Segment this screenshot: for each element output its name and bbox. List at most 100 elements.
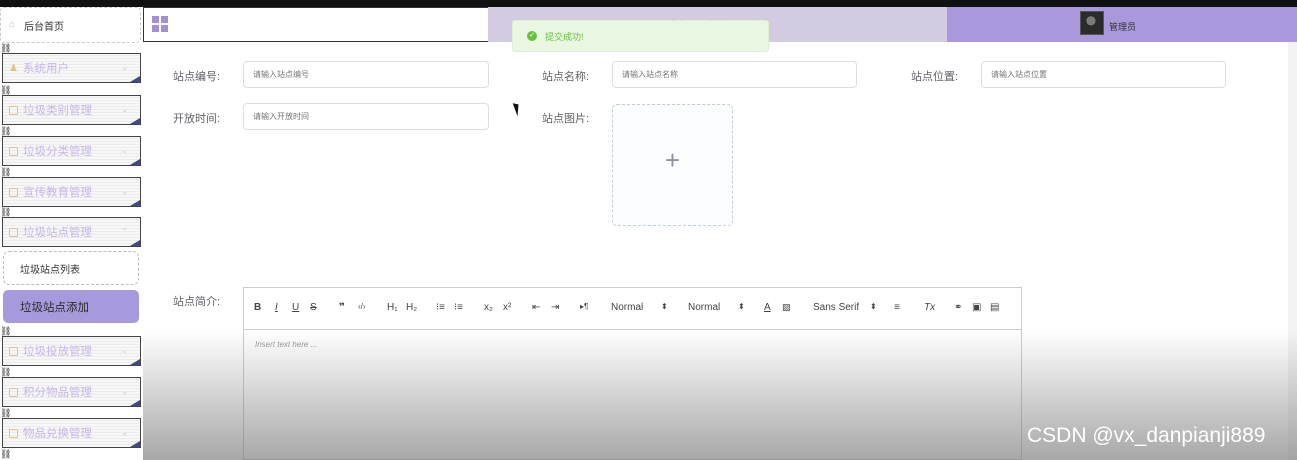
- header-user-area[interactable]: 管理员: [947, 7, 1297, 42]
- sidebar-subitem-label: 垃圾站点添加: [20, 301, 89, 314]
- chevron-down-icon: ⌄: [121, 105, 128, 114]
- scrollbar[interactable]: [1288, 42, 1297, 460]
- station-no-input[interactable]: [243, 61, 489, 88]
- user-icon: ♟: [9, 62, 18, 74]
- station-location-input[interactable]: [981, 61, 1226, 88]
- station-location-label: 站点位置:: [911, 71, 959, 83]
- corner-fold: [130, 76, 140, 82]
- sidebar-item-label: 垃圾类别管理: [23, 105, 92, 117]
- sidebar-item-system-users[interactable]: ♟ 系统用户 ⌄: [2, 53, 141, 83]
- doc-icon: [9, 387, 18, 397]
- h2-button[interactable]: H₂: [406, 302, 417, 313]
- bold-button[interactable]: B: [254, 302, 261, 313]
- watermark: CSDN @vx_danpianji889: [1027, 424, 1266, 447]
- plus-icon: +: [664, 145, 681, 175]
- corner-fold: [130, 159, 140, 165]
- open-time-label: 开放时间:: [173, 113, 221, 125]
- clip-icon: ⛓: [0, 207, 12, 217]
- outdent-icon[interactable]: ⇤: [532, 302, 540, 313]
- sidebar-item-disposal[interactable]: 垃圾投放管理 ⌄: [2, 336, 141, 366]
- clear-format-icon[interactable]: Tx: [924, 302, 935, 313]
- sidebar-item-label: 宣传教育管理: [23, 187, 92, 199]
- corner-fold: [130, 118, 140, 124]
- sidebar-item-label: 后台首页: [24, 21, 64, 33]
- subscript-icon[interactable]: x₂: [484, 302, 493, 313]
- sidebar-item-points-goods[interactable]: 积分物品管理 ⌄: [2, 377, 141, 407]
- corner-fold: [130, 359, 140, 365]
- blockquote-icon[interactable]: ❞: [339, 302, 345, 313]
- background-color-icon[interactable]: ▨: [782, 302, 791, 313]
- sidebar-subitem-label: 垃圾站点列表: [20, 264, 80, 276]
- avatar[interactable]: [1080, 11, 1104, 35]
- station-intro-label: 站点简介:: [173, 296, 221, 308]
- station-name-label: 站点名称:: [542, 71, 590, 83]
- header-select[interactable]: Normal: [611, 302, 643, 313]
- sidebar-item-label: 积分物品管理: [23, 387, 92, 399]
- doc-icon: [9, 146, 18, 156]
- chevron-down-icon: ⌄: [121, 63, 128, 72]
- size-select[interactable]: Normal: [688, 302, 720, 313]
- chevron-up-icon: ⌃: [121, 227, 128, 236]
- sidebar-item-home[interactable]: ⌂ 后台首页: [0, 7, 141, 43]
- mouse-cursor-icon: [512, 101, 523, 117]
- underline-button[interactable]: U: [292, 302, 299, 313]
- image-upload-box[interactable]: +: [612, 104, 733, 226]
- sidebar-subitem-station-list[interactable]: 垃圾站点列表: [3, 251, 139, 285]
- clip-icon: ⛓: [0, 449, 12, 459]
- h1-button[interactable]: H₁: [387, 302, 398, 313]
- menu-grid-icon[interactable]: [152, 16, 168, 32]
- clip-icon: ⛓: [0, 408, 12, 418]
- select-arrows-icon: ⬍: [738, 302, 745, 311]
- italic-button[interactable]: I: [275, 302, 278, 313]
- chevron-down-icon: ⌄: [121, 387, 128, 396]
- station-name-input[interactable]: [612, 61, 857, 88]
- sidebar-subitem-station-add[interactable]: 垃圾站点添加: [3, 290, 139, 323]
- admin-name[interactable]: 管理员: [1109, 20, 1136, 33]
- select-arrows-icon: ⬍: [870, 302, 877, 311]
- ordered-list-icon[interactable]: ⁝≡: [436, 302, 445, 313]
- strike-button[interactable]: S: [310, 302, 317, 313]
- editor-toolbar: B I U S ❞ ‹/› H₁ H₂ ⁝≡ ⁝≡ x₂ x² ⇤ ⇥ ▸¶ N…: [244, 288, 1021, 330]
- sidebar-item-education[interactable]: 宣传教育管理 ⌄: [2, 177, 141, 207]
- chevron-down-icon: ⌄: [121, 187, 128, 196]
- sidebar-item-station-management[interactable]: 垃圾站点管理 ⌃: [2, 217, 141, 247]
- sidebar-item-garbage-category[interactable]: 垃圾类别管理 ⌄: [2, 95, 141, 125]
- align-icon[interactable]: ≡: [894, 302, 900, 313]
- top-strip: [0, 0, 1297, 7]
- font-select[interactable]: Sans Serif: [813, 302, 859, 313]
- open-time-input[interactable]: [243, 103, 489, 130]
- rich-text-editor: B I U S ❞ ‹/› H₁ H₂ ⁝≡ ⁝≡ x₂ x² ⇤ ⇥ ▸¶ N…: [243, 287, 1022, 460]
- doc-icon: [9, 105, 18, 115]
- text-direction-icon[interactable]: ▸¶: [580, 302, 588, 311]
- chevron-down-icon: ⌄: [121, 346, 128, 355]
- station-no-label: 站点编号:: [173, 71, 221, 83]
- sidebar-item-label: 物品兑换管理: [23, 428, 92, 440]
- indent-icon[interactable]: ⇥: [551, 302, 559, 313]
- corner-fold: [130, 441, 140, 447]
- clip-icon: ⛓: [0, 167, 12, 177]
- corner-fold: [130, 400, 140, 406]
- code-icon[interactable]: ‹/›: [358, 302, 366, 311]
- sidebar-item-garbage-sorting[interactable]: 垃圾分类管理 ⌄: [2, 136, 141, 166]
- station-image-label: 站点图片:: [542, 113, 590, 125]
- clip-icon: ⛓: [0, 367, 12, 377]
- select-arrows-icon: ⬍: [661, 302, 668, 311]
- link-icon[interactable]: ⚭: [954, 302, 962, 313]
- superscript-icon[interactable]: x²: [503, 302, 511, 313]
- image-icon[interactable]: ▣: [972, 302, 981, 313]
- doc-icon: [9, 187, 18, 197]
- doc-icon: [9, 346, 18, 356]
- sidebar: ⌂ 后台首页 ⛓ ♟ 系统用户 ⌄ ⛓ 垃圾类别管理 ⌄ ⛓ 垃圾分类管理 ⌄ …: [0, 7, 143, 460]
- editor-content[interactable]: Insert text here ...: [255, 340, 317, 349]
- sidebar-item-exchange[interactable]: 物品兑换管理 ⌄: [2, 418, 141, 448]
- header-left: [143, 7, 488, 42]
- bullet-list-icon[interactable]: ⁝≡: [454, 302, 463, 313]
- font-color-icon[interactable]: A: [764, 302, 771, 313]
- corner-fold: [130, 240, 140, 246]
- clip-icon: ⛓: [0, 326, 12, 336]
- corner-fold: [130, 200, 140, 206]
- doc-icon: [9, 428, 18, 438]
- check-circle-icon: ✓: [527, 31, 537, 41]
- chevron-down-icon: ⌄: [121, 428, 128, 437]
- video-icon[interactable]: ▤: [990, 302, 999, 313]
